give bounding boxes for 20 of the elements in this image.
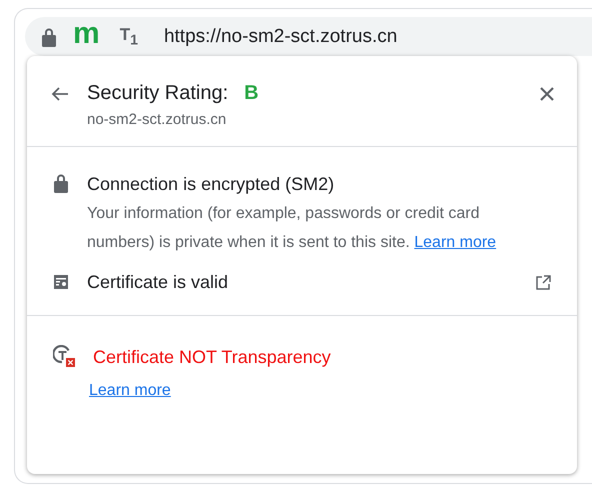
lock-icon xyxy=(41,26,57,46)
certificate-icon xyxy=(53,274,69,290)
item-description: Your information (for example, passwords or credit card numbers) is private when it is sent to this site. Learn more xyxy=(87,204,498,253)
item-title: Certificate NOT Transparency xyxy=(93,346,332,369)
reader-mode-icon[interactable]: T$_{1}$ xyxy=(120,24,138,48)
site-badge[interactable]: m xyxy=(73,18,100,48)
lock-icon xyxy=(53,173,69,193)
security-rating: B xyxy=(244,82,259,105)
learn-more-link[interactable]: Learn more xyxy=(89,382,171,399)
address-bar[interactable]: m T$_{1}$ https://no-sm2-sct.zotrus.cn xyxy=(25,17,592,56)
close-button[interactable] xyxy=(539,86,555,102)
certificate-error-icon xyxy=(53,345,75,367)
url-text[interactable]: https://no-sm2-sct.zotrus.cn xyxy=(164,26,398,48)
site-domain: no-sm2-sct.zotrus.cn xyxy=(87,111,228,128)
external-link-icon[interactable] xyxy=(536,275,551,290)
learn-more-link[interactable]: Learn more xyxy=(414,234,496,251)
item-title: Connection is encrypted (SM2) xyxy=(87,173,336,196)
back-button[interactable] xyxy=(51,86,69,102)
popup-title: Security Rating: xyxy=(87,82,228,105)
item-title: Certificate is valid xyxy=(87,271,230,294)
